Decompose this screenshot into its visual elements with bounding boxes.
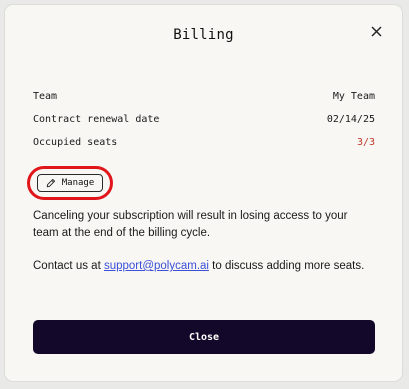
detail-value: My Team — [332, 90, 375, 102]
cancel-notice: Canceling your subscription will result … — [33, 210, 348, 239]
detail-value: 02/14/25 — [326, 113, 375, 125]
contact-prefix: Contact us at — [33, 260, 104, 272]
contact-text: Contact us at support@polycam.ai to disc… — [33, 258, 376, 275]
contact-suffix: to discuss adding more seats. — [208, 260, 365, 272]
manage-highlight: Manage — [27, 166, 113, 200]
support-email-link[interactable]: support@polycam.ai — [104, 260, 209, 272]
manage-label: Manage — [61, 178, 95, 188]
close-button[interactable]: Close — [33, 320, 375, 354]
detail-value: 3/3 — [356, 136, 375, 148]
manage-button[interactable]: Manage — [37, 174, 103, 192]
detail-row-renewal-date: Contract renewal date 02/14/25 — [33, 111, 375, 127]
pencil-icon — [46, 178, 56, 188]
detail-row-occupied-seats: Occupied seats 3/3 — [33, 134, 375, 150]
dialog-title: Billing — [173, 27, 234, 43]
detail-row-team: Team My Team — [33, 88, 375, 104]
close-icon[interactable] — [366, 21, 386, 41]
billing-dialog: Billing Team My Team Contract renewal da… — [5, 5, 402, 381]
detail-label: Team — [33, 90, 58, 102]
detail-label: Occupied seats — [33, 136, 118, 148]
detail-label: Contract renewal date — [33, 113, 160, 125]
